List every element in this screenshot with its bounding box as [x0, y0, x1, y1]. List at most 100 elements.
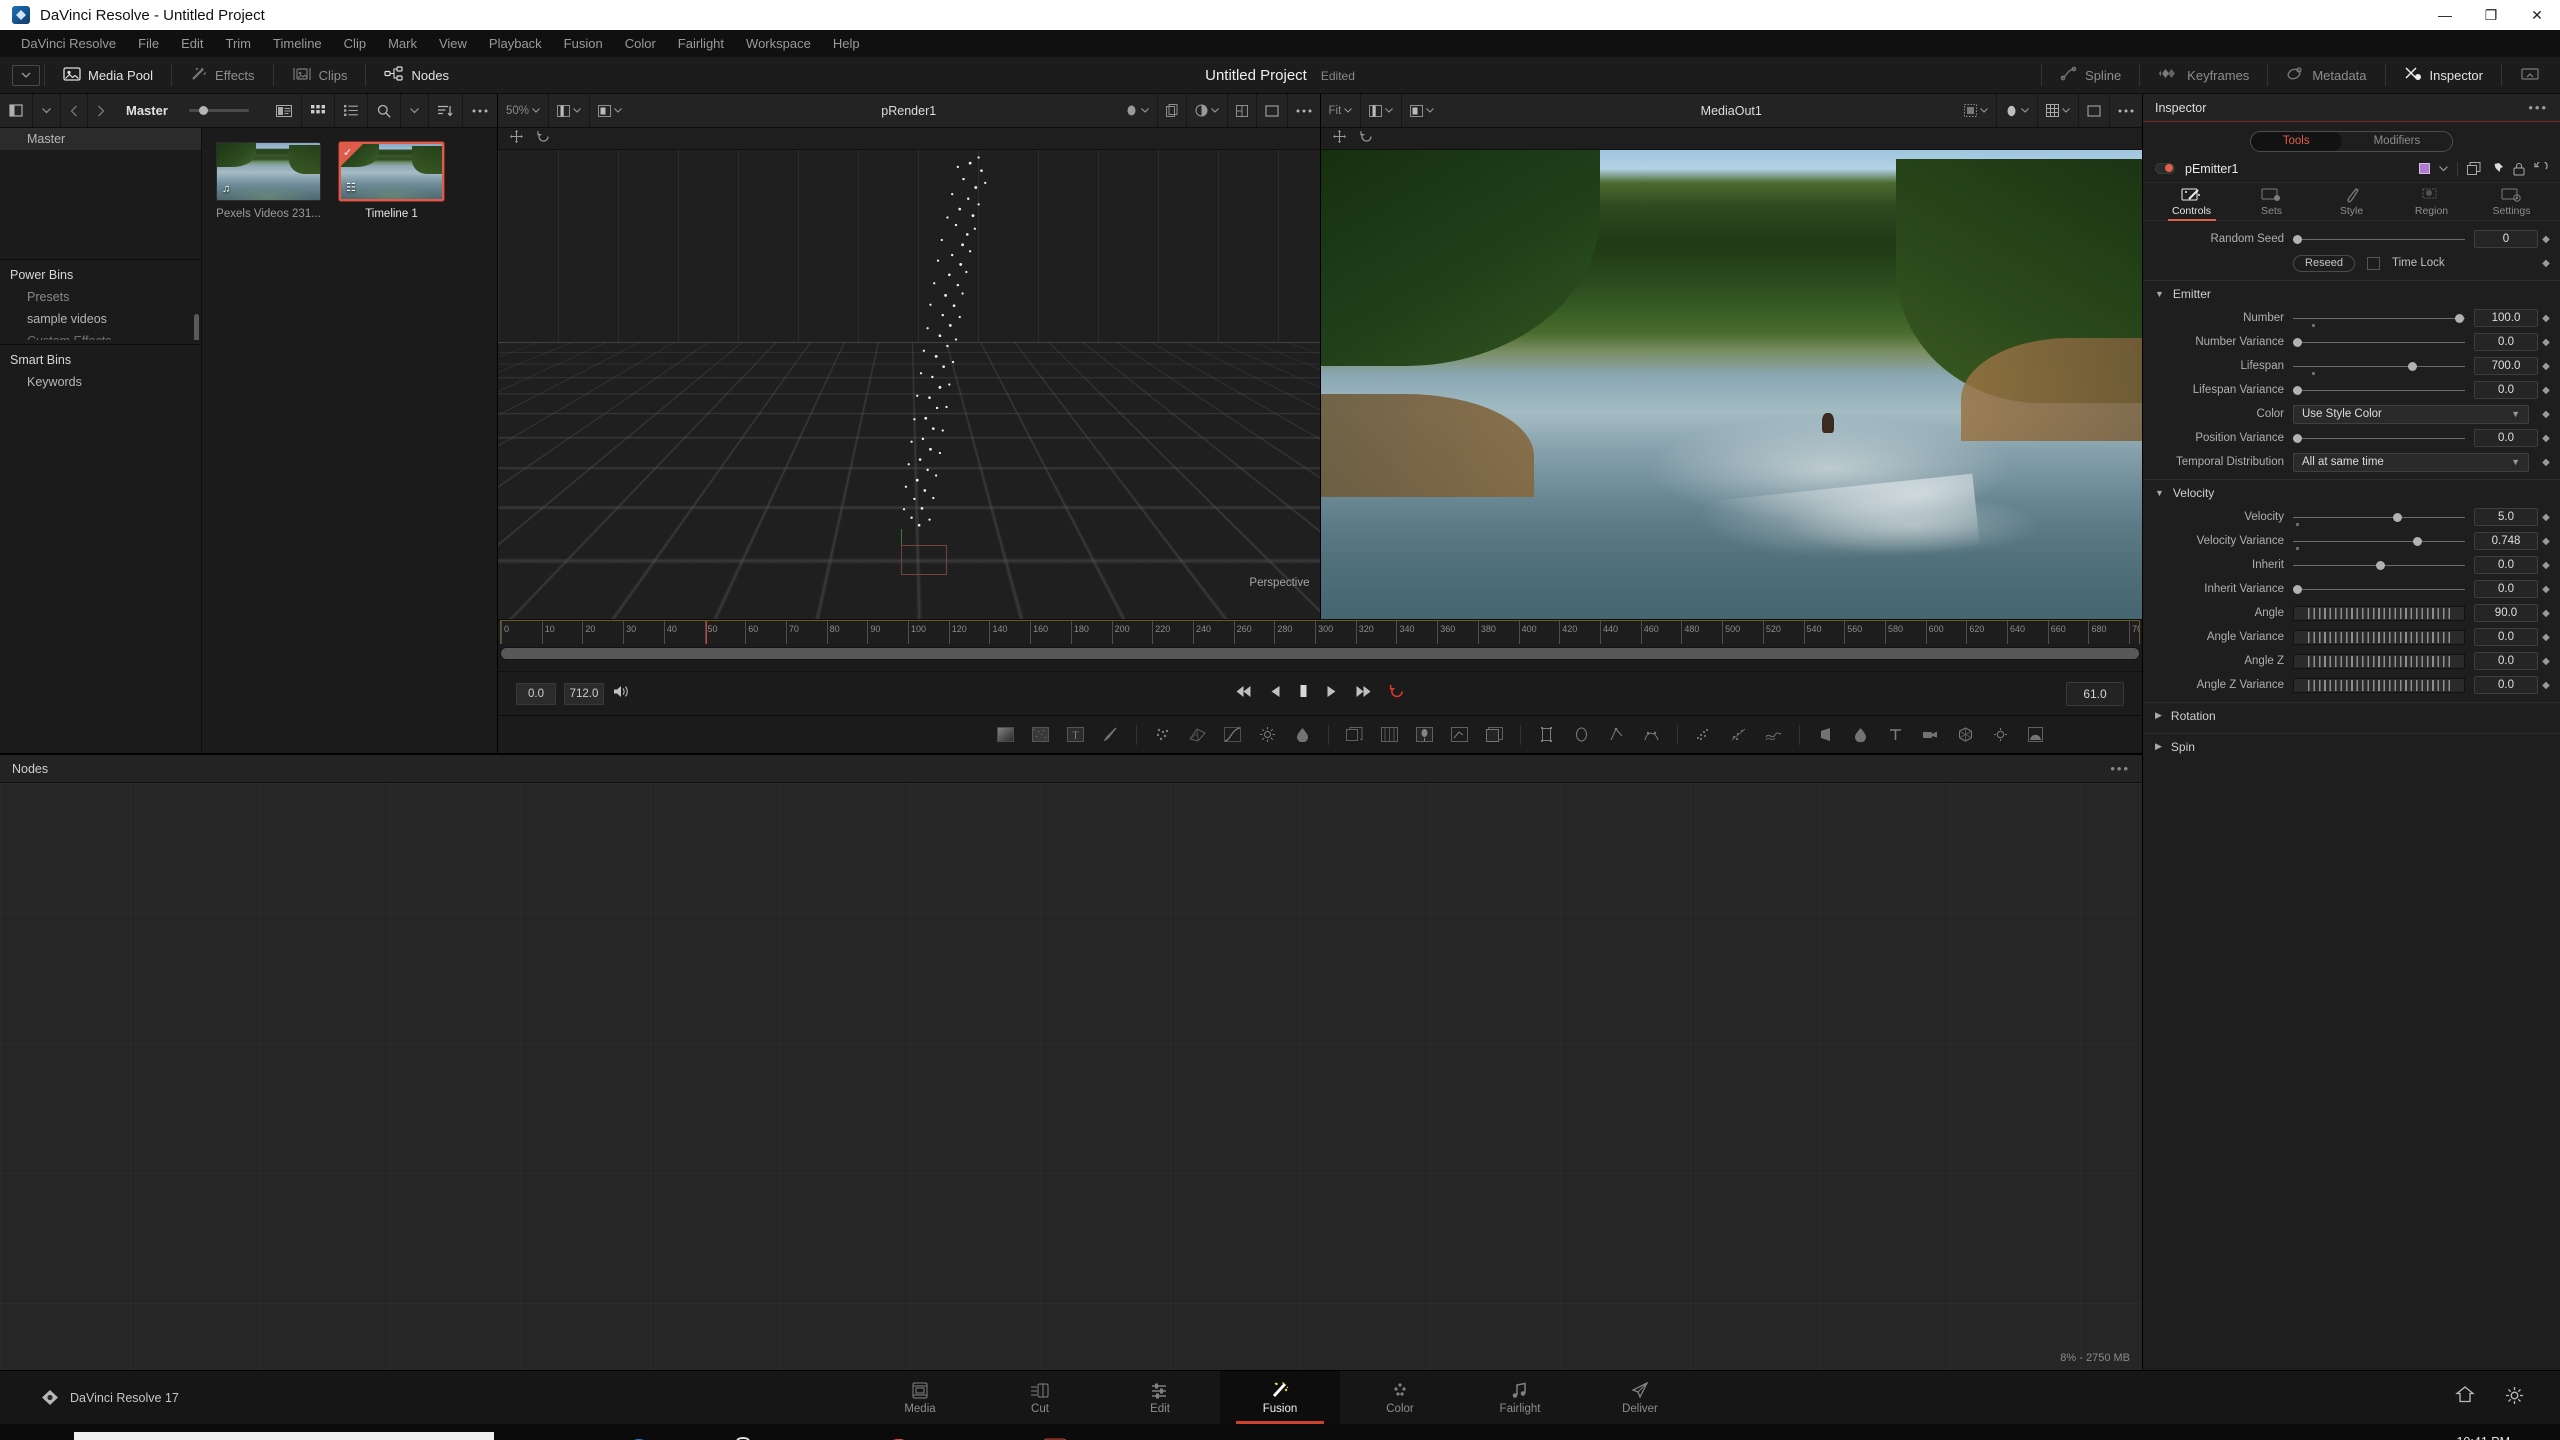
loop-button[interactable] — [1389, 684, 1405, 704]
minimize-button[interactable]: — — [2422, 0, 2468, 30]
velocity-variance-slider[interactable] — [2293, 534, 2465, 550]
close-button[interactable]: ✕ — [2514, 0, 2560, 30]
viewer-right-fullscreen-button[interactable] — [2079, 94, 2110, 127]
section-header-rotation[interactable]: ▶ Rotation — [2143, 702, 2560, 728]
subtab-settings[interactable]: Settings — [2482, 188, 2542, 220]
jump-to-end-button[interactable] — [1355, 685, 1372, 703]
microsoft-edge-icon[interactable] — [616, 1428, 662, 1440]
viewer-right-color-button[interactable] — [1997, 94, 2038, 127]
angle-z-value[interactable]: 0.0 — [2474, 652, 2538, 670]
page-color[interactable]: Color — [1340, 1371, 1460, 1424]
jump-to-start-button[interactable] — [1236, 685, 1253, 703]
menu-item-mark[interactable]: Mark — [377, 30, 428, 57]
color-corrector-tool-icon[interactable] — [1409, 722, 1440, 748]
keyframe-diamond-icon[interactable]: ◆ — [2538, 512, 2554, 523]
tab-tools[interactable]: Tools — [2250, 131, 2342, 151]
project-settings-gear-icon[interactable] — [2505, 1386, 2524, 1410]
microsoft-store-icon[interactable] — [720, 1428, 766, 1440]
menu-item-view[interactable]: View — [428, 30, 478, 57]
search-chevron-down-icon[interactable] — [401, 94, 429, 127]
viewer-right-display-mode-button[interactable] — [1402, 94, 1442, 127]
viewer-right-zoom-select[interactable]: Fit — [1321, 94, 1362, 127]
power-bin-sample-videos[interactable]: sample videos — [0, 308, 201, 330]
keyframe-diamond-icon[interactable]: ◆ — [2538, 560, 2554, 571]
number-variance-value[interactable]: 0.0 — [2474, 333, 2538, 351]
copy-icon[interactable] — [2467, 162, 2481, 175]
keyframe-diamond-icon[interactable]: ◆ — [2538, 337, 2554, 348]
smart-bins-header[interactable]: Smart Bins — [0, 349, 201, 371]
angle-z-variance-dial[interactable] — [2293, 677, 2465, 693]
shape-3d-icon[interactable] — [1845, 722, 1876, 748]
page-fusion[interactable]: Fusion — [1220, 1371, 1340, 1424]
keyframe-diamond-icon[interactable]: ◆ — [2538, 361, 2554, 372]
image-plane-3d-icon[interactable] — [1810, 722, 1841, 748]
effects-toggle[interactable]: Effects — [176, 57, 269, 93]
sidebar-toggle-button[interactable] — [0, 94, 33, 127]
viewer-left-alpha-button[interactable] — [1117, 94, 1158, 127]
menu-item-fairlight[interactable]: Fairlight — [667, 30, 735, 57]
lifespan-variance-slider[interactable] — [2293, 383, 2465, 397]
viewer-right-checker-button[interactable] — [1956, 94, 1997, 127]
number-value[interactable]: 100.0 — [2474, 309, 2538, 327]
transform-tool-icon[interactable] — [1332, 129, 1346, 148]
play-button[interactable] — [1327, 685, 1337, 703]
node-color-chevron-down-icon[interactable] — [2439, 165, 2448, 172]
temporal-distribution-select[interactable]: All at same time ▼ — [2293, 452, 2529, 472]
smart-bin-keywords[interactable]: Keywords — [0, 371, 201, 393]
text-3d-icon[interactable] — [1880, 722, 1911, 748]
step-back-button[interactable] — [1271, 685, 1281, 703]
particle-spawn-icon[interactable] — [1688, 722, 1719, 748]
time-lock-checkbox[interactable] — [2367, 256, 2380, 270]
menu-item-trim[interactable]: Trim — [215, 30, 263, 57]
velocity-value[interactable]: 5.0 — [2474, 508, 2538, 526]
spline-toggle[interactable]: Spline — [2046, 57, 2135, 93]
menu-item-clip[interactable]: Clip — [333, 30, 377, 57]
current-frame-field[interactable]: 61.0 — [2066, 681, 2124, 706]
start-button[interactable] — [0, 1424, 74, 1440]
subtab-style[interactable]: Style — [2322, 188, 2382, 220]
power-bins-scrollbar[interactable] — [194, 314, 199, 340]
reseed-button[interactable]: Reseed — [2293, 254, 2355, 272]
menu-item-edit[interactable]: Edit — [170, 30, 214, 57]
section-header-spin[interactable]: ▶ Spin — [2143, 733, 2560, 759]
lifespan-variance-value[interactable]: 0.0 — [2474, 381, 2538, 399]
inherit-value[interactable]: 0.0 — [2474, 556, 2538, 574]
renderer-3d-icon[interactable] — [2020, 722, 2051, 748]
glow-tool-icon[interactable] — [1252, 722, 1283, 748]
section-header-emitter[interactable]: ▼ Emitter — [2143, 280, 2560, 306]
page-edit[interactable]: Edit — [1100, 1371, 1220, 1424]
random-seed-slider[interactable] — [2293, 232, 2465, 246]
curve-tool-icon[interactable] — [1217, 722, 1248, 748]
angle-z-dial[interactable] — [2293, 653, 2465, 669]
node-graph-canvas[interactable]: pEmitter1 pRender1 MediaIn1 — [0, 783, 2142, 1370]
keyframe-diamond-icon[interactable]: ◆ — [2538, 409, 2554, 420]
reset-view-icon[interactable] — [1359, 130, 1373, 148]
page-media[interactable]: Media — [860, 1371, 980, 1424]
blur-tool-icon[interactable] — [1287, 722, 1318, 748]
viewer-left-display-mode-button[interactable] — [590, 94, 630, 127]
keyframe-diamond-icon[interactable]: ◆ — [2538, 258, 2554, 269]
subtab-region[interactable]: Region — [2402, 188, 2462, 220]
menu-item-fusion[interactable]: Fusion — [553, 30, 614, 57]
keyframe-diamond-icon[interactable]: ◆ — [2538, 433, 2554, 444]
velocity-variance-value[interactable]: 0.748 — [2474, 532, 2538, 550]
polygon-mask-icon[interactable] — [1601, 722, 1632, 748]
light-3d-icon[interactable] — [1985, 722, 2016, 748]
page-cut[interactable]: Cut — [980, 1371, 1100, 1424]
angle-variance-value[interactable]: 0.0 — [2474, 628, 2538, 646]
particle-directional-force-icon[interactable] — [1723, 722, 1754, 748]
audio-mute-icon[interactable] — [612, 684, 630, 704]
background-tool-icon[interactable] — [990, 722, 1021, 748]
bspline-mask-icon[interactable] — [1636, 722, 1667, 748]
keyframe-diamond-icon[interactable]: ◆ — [2538, 234, 2554, 245]
subtab-sets[interactable]: Sets — [2242, 188, 2302, 220]
angle-variance-dial[interactable] — [2293, 629, 2465, 645]
tab-modifiers[interactable]: Modifiers — [2342, 132, 2453, 151]
power-bin-custom-effects[interactable]: Custom Effects — [0, 330, 201, 340]
timeline-ruler[interactable]: 0 10 20 30 40 50 60 70 80 90 100 120 140 160 180 200 220… — [500, 620, 2140, 644]
viewer-left-canvas[interactable]: Perspective — [498, 150, 1320, 619]
text-tool-icon[interactable]: T — [1060, 722, 1091, 748]
range-start-field[interactable]: 0.0 — [516, 682, 556, 705]
viewer-right-grid-button[interactable] — [2038, 94, 2079, 127]
media-pool-options-button[interactable] — [463, 94, 497, 127]
